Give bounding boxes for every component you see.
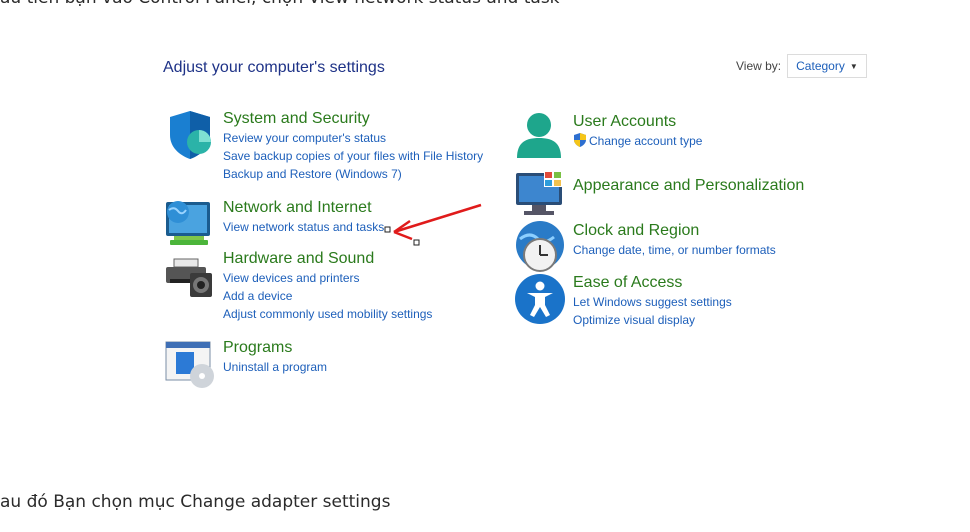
category-title[interactable]: Appearance and Personalization xyxy=(573,176,804,196)
link-mobility-settings[interactable]: Adjust commonly used mobility settings xyxy=(223,305,432,323)
printer-speaker-icon[interactable] xyxy=(164,249,216,301)
control-panel: Adjust your computer's settings View by:… xyxy=(150,40,880,420)
link-change-account-type[interactable]: Change account type xyxy=(573,132,702,150)
view-by: View by: Category ▼ xyxy=(736,54,867,78)
link-date-time-formats[interactable]: Change date, time, or number formats xyxy=(573,241,776,259)
link-view-network-status[interactable]: View network status and tasks xyxy=(223,218,384,236)
link-label: Change account type xyxy=(589,134,703,148)
article-line-next: au đó Bạn chọn mục Change adapter settin… xyxy=(0,492,391,512)
link-add-device[interactable]: Add a device xyxy=(223,287,432,305)
link-windows-suggest[interactable]: Let Windows suggest settings xyxy=(573,293,732,311)
link-review-status[interactable]: Review your computer's status xyxy=(223,129,483,147)
annotation-arrow xyxy=(384,203,482,246)
view-by-value: Category xyxy=(796,59,845,73)
link-devices-printers[interactable]: View devices and printers xyxy=(223,269,432,287)
view-by-label: View by: xyxy=(736,59,782,73)
link-backup-restore[interactable]: Backup and Restore (Windows 7) xyxy=(223,165,483,183)
category-title[interactable]: Hardware and Sound xyxy=(223,249,432,269)
monitor-palette-icon[interactable] xyxy=(514,167,566,219)
uac-shield-icon xyxy=(574,133,586,147)
link-uninstall-program[interactable]: Uninstall a program xyxy=(223,358,327,376)
network-globe-icon[interactable] xyxy=(164,198,216,250)
user-icon[interactable] xyxy=(514,112,566,164)
clock-globe-icon[interactable] xyxy=(514,221,566,273)
category-title[interactable]: System and Security xyxy=(223,109,483,129)
category-title[interactable]: Clock and Region xyxy=(573,221,776,241)
category-title[interactable]: Network and Internet xyxy=(223,198,384,218)
programs-disc-icon[interactable] xyxy=(164,338,216,390)
link-optimize-display[interactable]: Optimize visual display xyxy=(573,311,732,329)
article-line-intro: ầu tiên bạn vào Control Panel, chọn View… xyxy=(0,0,560,8)
chevron-down-icon: ▼ xyxy=(849,61,858,71)
category-title[interactable]: User Accounts xyxy=(573,112,702,132)
page-title: Adjust your computer's settings xyxy=(163,59,385,76)
accessibility-icon[interactable] xyxy=(514,273,566,325)
shield-icon[interactable] xyxy=(164,109,216,161)
category-title[interactable]: Ease of Access xyxy=(573,273,732,293)
link-file-history[interactable]: Save backup copies of your files with Fi… xyxy=(223,147,483,165)
view-by-dropdown[interactable]: Category ▼ xyxy=(787,54,867,78)
category-title[interactable]: Programs xyxy=(223,338,327,358)
